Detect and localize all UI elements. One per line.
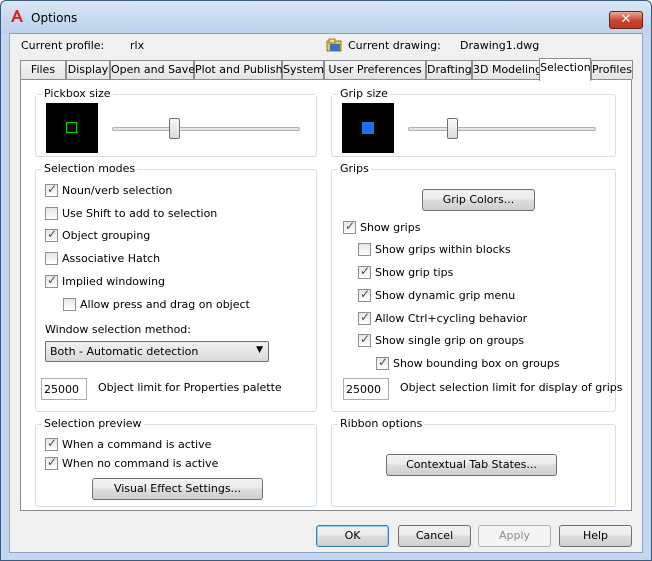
tab-user-preferences[interactable]: User Preferences xyxy=(324,60,426,79)
drawing-file-icon xyxy=(326,38,342,52)
grip-colors-button[interactable]: Grip Colors... xyxy=(422,189,535,211)
tab-3d-modeling[interactable]: 3D Modeling xyxy=(472,60,542,79)
checkbox-box[interactable]: ✓ xyxy=(358,332,371,347)
options-dialog: Options ✕ Current profile: rlx Current d… xyxy=(0,0,652,561)
pickbox-square xyxy=(66,122,77,133)
selection-preview-group: Selection preview ✓ When a command is ac… xyxy=(35,417,317,507)
checkbox-box[interactable]: ✓ xyxy=(376,355,389,370)
grip-square xyxy=(362,122,374,134)
check-icon: ✓ xyxy=(47,273,58,287)
current-drawing-label: Current drawing: xyxy=(348,39,441,52)
selection-modes-title: Selection modes xyxy=(42,162,138,175)
window-selection-method-dropdown[interactable]: Both - Automatic detection ▼ xyxy=(45,341,269,362)
pickbox-slider-track[interactable] xyxy=(112,127,300,131)
check-icon: ✓ xyxy=(378,355,389,369)
current-drawing-value: Drawing1.dwg xyxy=(460,39,540,52)
checkbox-box[interactable]: ✓ xyxy=(358,310,371,325)
checkbox-box[interactable]: ✓ xyxy=(343,219,356,234)
grip-size-slider-thumb[interactable] xyxy=(446,118,458,139)
window-selection-method-label: Window selection method: xyxy=(45,323,191,336)
grip-object-limit-label: Object selection limit for display of gr… xyxy=(400,381,623,394)
cancel-button[interactable]: Cancel xyxy=(398,525,471,547)
check-icon: ✓ xyxy=(47,455,58,469)
check-icon: ✓ xyxy=(360,332,371,346)
autocad-logo-icon xyxy=(11,10,23,22)
grip-size-title: Grip size xyxy=(338,87,390,100)
tab-drafting[interactable]: Drafting xyxy=(426,60,472,79)
tab-system[interactable]: System xyxy=(282,60,324,79)
check-icon: ✓ xyxy=(47,182,58,196)
check-icon: ✓ xyxy=(360,287,371,301)
apply-button[interactable]: Apply xyxy=(478,525,551,547)
selection-preview-title: Selection preview xyxy=(42,417,144,430)
checkbox-box[interactable]: ✓ xyxy=(45,227,58,242)
grips-title: Grips xyxy=(338,162,371,175)
check-icon: ✓ xyxy=(47,227,58,241)
checkbox-box[interactable]: ✓ xyxy=(358,287,371,302)
object-limit-input[interactable]: 25000 xyxy=(41,378,87,400)
close-button[interactable]: ✕ xyxy=(609,11,643,29)
help-button[interactable]: Help xyxy=(559,525,632,547)
check-icon: ✓ xyxy=(345,219,356,233)
window-title: Options xyxy=(31,11,78,25)
grip-size-slider-track[interactable] xyxy=(408,127,596,131)
dropdown-value: Both - Automatic detection xyxy=(50,345,199,358)
dialog-body: Current profile: rlx Current drawing: Dr… xyxy=(9,33,643,553)
tab-profiles[interactable]: Profiles xyxy=(591,60,633,79)
chevron-down-icon: ▼ xyxy=(256,345,263,355)
checkbox-box[interactable]: ✓ xyxy=(358,243,371,256)
check-icon: ✓ xyxy=(47,436,58,450)
object-limit-label: Object limit for Properties palette xyxy=(98,381,282,394)
checkbox-box[interactable]: ✓ xyxy=(45,455,58,470)
grip-object-limit-input[interactable]: 25000 xyxy=(343,378,389,400)
grip-size-preview xyxy=(342,103,394,153)
tab-plot-and-publish[interactable]: Plot and Publish xyxy=(194,60,283,79)
tab-selection[interactable]: Selection xyxy=(539,58,591,81)
tab-open-and-save[interactable]: Open and Save xyxy=(110,60,195,79)
pickbox-slider-thumb[interactable] xyxy=(168,118,180,139)
pickbox-preview xyxy=(46,103,98,153)
title-bar[interactable]: Options ✕ xyxy=(1,1,651,33)
contextual-tab-states-button[interactable]: Contextual Tab States... xyxy=(386,454,557,476)
tab-files[interactable]: Files xyxy=(20,60,66,79)
checkbox-box[interactable]: ✓ xyxy=(45,436,58,451)
grips-group: Grips Grip Colors... ✓ Show grips ✓ Show… xyxy=(331,162,623,412)
selection-modes-group: Selection modes ✓ Noun/verb selection ✓ … xyxy=(35,162,317,412)
current-profile-value: rlx xyxy=(130,39,145,52)
tab-display[interactable]: Display xyxy=(66,60,110,79)
visual-effect-settings-button[interactable]: Visual Effect Settings... xyxy=(92,478,263,500)
checkbox-box[interactable]: ✓ xyxy=(45,182,58,197)
grip-size-group: Grip size xyxy=(331,87,616,157)
pickbox-size-group: Pickbox size xyxy=(35,87,317,157)
checkbox-box[interactable]: ✓ xyxy=(45,273,58,288)
ribbon-options-title: Ribbon options xyxy=(338,417,425,430)
ribbon-options-group: Ribbon options Contextual Tab States... xyxy=(331,417,616,507)
selection-tab-panel: Pickbox size Grip size Selection modes ✓… xyxy=(20,79,632,511)
checkbox-box[interactable]: ✓ xyxy=(45,252,58,265)
current-profile-label: Current profile: xyxy=(21,39,105,52)
checkbox-box[interactable]: ✓ xyxy=(63,298,76,311)
checkbox-box[interactable]: ✓ xyxy=(45,207,58,220)
check-icon: ✓ xyxy=(360,264,371,278)
ok-button[interactable]: OK xyxy=(316,525,389,547)
check-icon: ✓ xyxy=(360,310,371,324)
checkbox-box[interactable]: ✓ xyxy=(358,264,371,279)
pickbox-size-title: Pickbox size xyxy=(42,87,113,100)
